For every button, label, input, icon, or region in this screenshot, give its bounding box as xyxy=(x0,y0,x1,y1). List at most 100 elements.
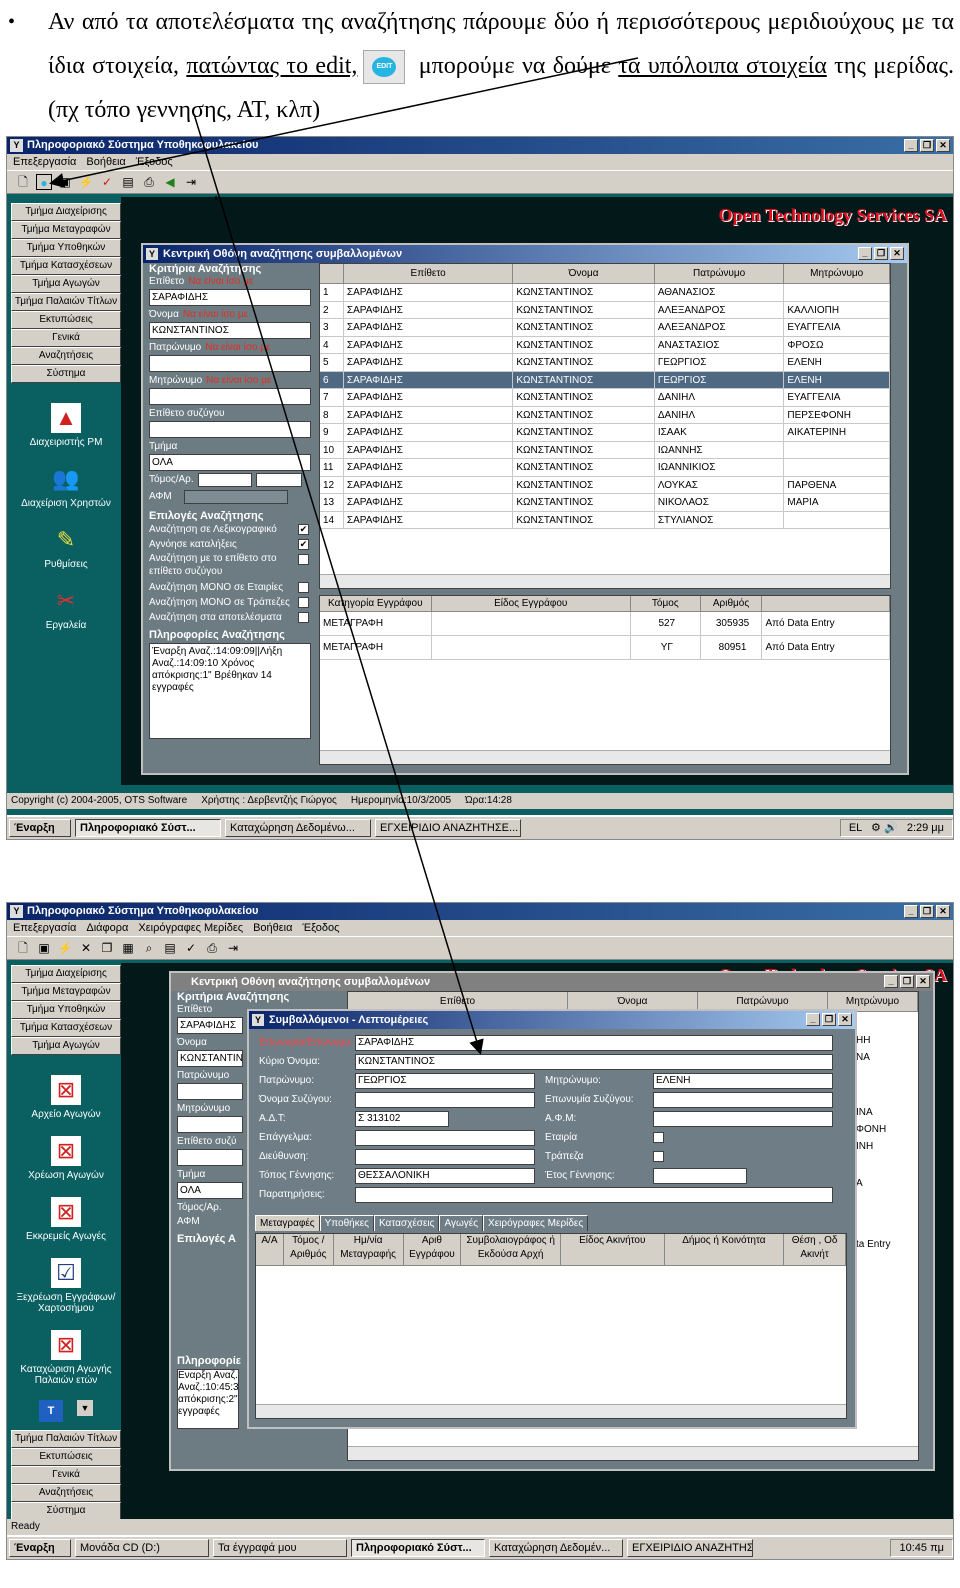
minimize-button[interactable]: _ xyxy=(904,905,918,918)
table-row[interactable]: 12 ΣΑΡΑΦΙΔΗΣ ΚΩΝΣΤΑΝΤΙΝΟΣ ΛΟΥΚΑΣ ΠΑΡΘΕΝΑ xyxy=(320,476,890,494)
checkbox[interactable]: ✔ xyxy=(298,524,309,535)
close-button[interactable]: ✕ xyxy=(838,1013,852,1026)
sidebar-item-mortgages[interactable]: Τμήμα Υποθηκών xyxy=(11,1001,121,1019)
close-button[interactable]: ✕ xyxy=(890,247,904,260)
document-row[interactable]: ΜΕΤΑΓΡΑΦΗ 527 305935 Από Data Entry xyxy=(320,612,891,636)
minimize-button[interactable]: _ xyxy=(858,247,872,260)
checkbox[interactable] xyxy=(298,612,309,623)
save-icon[interactable]: ▣ xyxy=(57,174,73,190)
sidebar-item-lawsuits[interactable]: Τμήμα Αγωγών xyxy=(11,1037,121,1055)
close-button[interactable]: ✕ xyxy=(936,905,950,918)
dept-select[interactable]: ΟΛΑ xyxy=(177,1182,243,1199)
sidebar-item-admin[interactable]: Τμήμα Διαχείρισης xyxy=(11,965,121,983)
col-header-transfer-date[interactable]: Ημ/νία Μεταγραφής xyxy=(333,1234,404,1266)
menu-exit[interactable]: Έξοδος xyxy=(136,154,173,170)
option-companies-only[interactable]: Αναζήτηση ΜΟΝΟ σε Εταιρίες xyxy=(143,580,315,595)
run-icon[interactable]: ⚡ xyxy=(57,940,73,956)
spouse-input[interactable] xyxy=(177,1149,243,1166)
table-row[interactable]: 6 ΣΑΡΑΦΙΔΗΣ ΚΩΝΣΤΑΝΤΙΝΟΣ ΓΕΩΡΓΙΟΣ ΕΛΕΝΗ xyxy=(320,371,890,389)
checkbox[interactable] xyxy=(298,554,309,565)
language-indicator[interactable]: EL xyxy=(849,822,862,834)
col-header-mother[interactable]: Μητρώνυμο xyxy=(784,264,890,284)
sidebar-item-searches[interactable]: Αναζητήσεις xyxy=(11,1484,121,1502)
spouse-input[interactable] xyxy=(149,421,311,438)
tool-tools[interactable]: ✂ Εργαλεία xyxy=(11,586,121,631)
task-app[interactable]: Πληροφοριακό Σύστ... xyxy=(75,819,221,837)
start-button[interactable]: Έναρξη xyxy=(9,1539,71,1557)
maximize-button[interactable]: ❐ xyxy=(900,975,914,988)
maximize-button[interactable]: ❐ xyxy=(822,1013,836,1026)
tab-transfers[interactable]: Μεταγραφές xyxy=(255,1215,320,1231)
task-app[interactable]: Πληροφοριακό Σύστ... xyxy=(351,1539,485,1557)
menu-manual-records[interactable]: Χειρόγραφες Μερίδες xyxy=(138,920,243,936)
option-banks-only[interactable]: Αναζήτηση ΜΟΝΟ σε Τράπεζες xyxy=(143,595,315,610)
horizontal-scrollbar[interactable] xyxy=(320,750,890,764)
job-field[interactable] xyxy=(355,1130,535,1146)
option-spouse-surname[interactable]: Αναζήτηση με το επίθετο στο επίθετο συζύ… xyxy=(143,552,315,580)
sidebar-item-lawsuits[interactable]: Τμήμα Αγωγών xyxy=(11,275,121,293)
sidebar-item-system[interactable]: Σύστημα xyxy=(11,365,121,383)
new-icon[interactable]: 🗋 xyxy=(15,940,31,956)
afm-input[interactable] xyxy=(183,490,288,504)
spouse-surname-field[interactable] xyxy=(653,1092,833,1108)
new-icon[interactable]: 🗋 xyxy=(15,174,31,190)
father-input[interactable] xyxy=(149,355,311,372)
name-input[interactable]: ΚΩΝΣΤΑΝΤΙΝΟΣ xyxy=(149,322,311,339)
table-row[interactable]: 13 ΣΑΡΑΦΙΔΗΣ ΚΩΝΣΤΑΝΤΙΝΟΣ ΝΙΚΟΛΑΟΣ ΜΑΡΙΑ xyxy=(320,494,890,512)
tab-seizures[interactable]: Κατασχέσεις xyxy=(374,1215,440,1231)
father-input[interactable] xyxy=(177,1083,243,1100)
notes-field[interactable] xyxy=(355,1187,833,1203)
tab-manual-records[interactable]: Χειρόγραφες Μερίδες xyxy=(483,1215,589,1231)
menu-misc[interactable]: Διάφορα xyxy=(86,920,128,936)
sidebar-item-general[interactable]: Γενικά xyxy=(11,1466,121,1484)
table-row[interactable]: 1 ΣΑΡΑΦΙΔΗΣ ΚΩΝΣΤΑΝΤΙΝΟΣ ΑΘΑΝΑΣΙΟΣ xyxy=(320,284,890,302)
menu-help[interactable]: Βοήθεια xyxy=(253,920,292,936)
tool-pm-admin[interactable]: ▲ Διαχειριστής ΡΜ xyxy=(11,403,121,448)
col-header-doc-type[interactable]: Είδος Εγγράφου xyxy=(431,596,631,612)
check-icon[interactable]: ✓ xyxy=(183,940,199,956)
col-header-notary[interactable]: Συμβολαιογράφος ή Εκδούσα Αρχή xyxy=(461,1234,561,1266)
col-header-doc-category[interactable]: Κατηγορία Εγγράφου xyxy=(320,596,432,612)
number-input[interactable] xyxy=(255,473,302,487)
mother-input[interactable] xyxy=(177,1116,243,1133)
table-row[interactable]: 10 ΣΑΡΑΦΙΔΗΣ ΚΩΝΣΤΑΝΤΙΝΟΣ ΙΩΑΝΝΗΣ xyxy=(320,441,890,459)
tool-user-admin[interactable]: 👥 Διαχείριση Χρηστών xyxy=(11,464,121,509)
start-button[interactable]: Έναρξη xyxy=(9,819,71,837)
maximize-button[interactable]: ❐ xyxy=(874,247,888,260)
sidebar-item-searches[interactable]: Αναζητήσεις xyxy=(11,347,121,365)
menu-help[interactable]: Βοήθεια xyxy=(86,154,125,170)
father-field[interactable]: ΓΕΩΡΓΙΟΣ xyxy=(355,1073,535,1089)
menu-edit[interactable]: Επεξεργασία xyxy=(13,154,76,170)
tool-lawsuit-archive[interactable]: ⊠ Αρχείο Αγωγών xyxy=(11,1075,121,1120)
table-row[interactable]: 8 ΣΑΡΑΦΙΔΗΣ ΚΩΝΣΤΑΝΤΙΝΟΣ ΔΑΝΙΗΛ ΠΕΡΣΕΦΟΝΗ xyxy=(320,406,890,424)
option-in-results[interactable]: Αναζήτηση στα αποτελέσματα xyxy=(143,610,315,625)
report-icon[interactable]: ▤ xyxy=(120,174,136,190)
exit-icon[interactable]: ⇥ xyxy=(183,174,199,190)
birthyear-field[interactable] xyxy=(653,1168,747,1184)
menu-exit[interactable]: Έξοδος xyxy=(302,920,339,936)
close-button[interactable]: ✕ xyxy=(936,139,950,152)
col-header-volume-number[interactable]: Τόμος / Αριθμός xyxy=(283,1234,334,1266)
tool-release-docs[interactable]: ☑ Ξεχρέωση Εγγράφων/Χαρτοσήμου xyxy=(11,1258,121,1314)
checkbox[interactable]: ✔ xyxy=(298,539,309,550)
mother-field[interactable]: ΕΛΕΝΗ xyxy=(653,1073,833,1089)
exit-icon[interactable]: ⇥ xyxy=(225,940,241,956)
check-icon[interactable]: ✓ xyxy=(99,174,115,190)
sidebar-item-seizures[interactable]: Τμήμα Κατασχέσεων xyxy=(11,257,121,275)
sidebar-item-system[interactable]: Σύστημα xyxy=(11,1502,121,1520)
tool-pending-lawsuits[interactable]: ⊠ Εκκρεμείς Αγωγές xyxy=(11,1197,121,1242)
name-input[interactable]: ΚΩΝΣΤΑΝΤΙΝ xyxy=(177,1050,243,1067)
col-header-municipality[interactable]: Δήμος ή Κοινότητα xyxy=(664,1234,785,1266)
maximize-button[interactable]: ❐ xyxy=(920,905,934,918)
horizontal-scrollbar[interactable] xyxy=(348,1446,918,1460)
copy-icon[interactable]: ❐ xyxy=(99,940,115,956)
task-data-entry[interactable]: Καταχώρηση Δεδομένω... xyxy=(225,819,371,837)
edit-icon[interactable]: ● xyxy=(36,174,52,190)
table-row[interactable]: 2 ΣΑΡΑΦΙΔΗΣ ΚΩΝΣΤΑΝΤΙΝΟΣ ΑΛΕΞΑΝΔΡΟΣ ΚΑΛΛΙΟΠΗ xyxy=(320,301,890,319)
sidebar-item-transfers[interactable]: Τμήμα Μεταγραφών xyxy=(11,221,121,239)
col-header-number[interactable]: Αριθμός xyxy=(700,596,763,612)
minimize-button[interactable]: _ xyxy=(884,975,898,988)
sidebar-item-old-titles[interactable]: Τμήμα Παλαιών Τίτλων xyxy=(11,1430,121,1448)
back-icon[interactable]: ◀ xyxy=(162,174,178,190)
tab-lawsuits[interactable]: Αγωγές xyxy=(439,1215,484,1231)
